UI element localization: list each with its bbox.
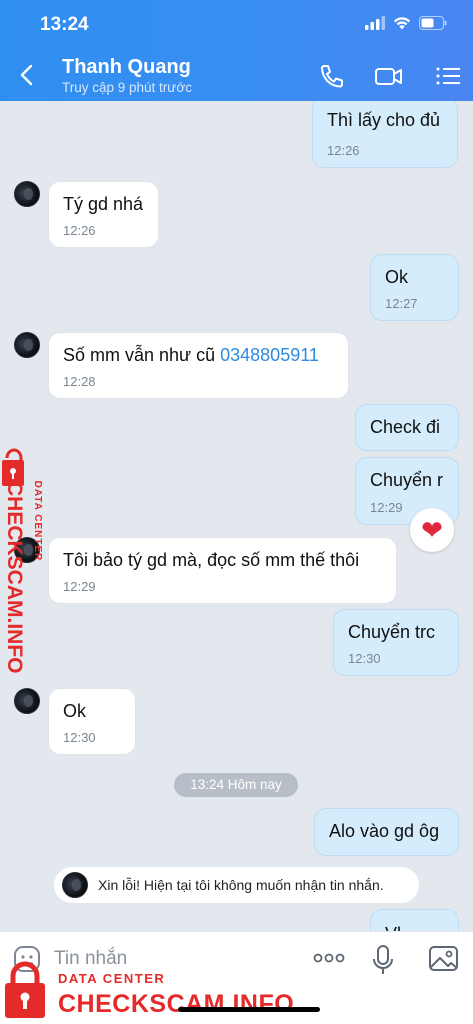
- message-text: Check đi: [370, 417, 441, 437]
- message-time: 12:30: [63, 730, 96, 745]
- message-bubble-out[interactable]: Thì lấy cho đủ 12:26: [312, 101, 458, 168]
- heart-reaction-icon[interactable]: ❤: [410, 508, 454, 552]
- message-time: 12:26: [327, 143, 360, 158]
- message-text: Chuyển r: [370, 470, 444, 490]
- message-text: Tý gd nhá: [63, 194, 144, 214]
- message-text: Thì lấy cho đủ: [327, 110, 441, 130]
- signal-icon: [365, 16, 385, 30]
- status-icons: [365, 16, 447, 30]
- message-bubble-out[interactable]: Ok 12:27: [370, 254, 459, 321]
- day-separator: 13:24 Hôm nay: [174, 773, 298, 797]
- message-text: Ok: [385, 267, 409, 287]
- watermark-text-vertical: CHECKSCAM.INFO: [3, 481, 26, 674]
- message-time: 12:26: [63, 223, 96, 238]
- message-text: Vl: [385, 924, 401, 931]
- message-input[interactable]: Tin nhắn: [54, 948, 127, 970]
- message-time: 12:29: [63, 579, 96, 594]
- message-bubble-out[interactable]: Chuyển trc 12:30: [333, 609, 459, 676]
- microphone-icon[interactable]: [372, 944, 394, 976]
- message-time: 12:29: [370, 500, 403, 515]
- message-bubble-out[interactable]: Alo vào gd ôg: [314, 808, 459, 856]
- video-call-icon[interactable]: [374, 62, 404, 90]
- contact-avatar[interactable]: [14, 688, 40, 714]
- message-bubble-out[interactable]: Vl: [370, 909, 459, 931]
- watermark-small-bottom: DATA CENTER: [58, 971, 166, 986]
- message-bubble-in[interactable]: Ok 12:30: [48, 688, 136, 755]
- block-notice-text: Xin lỗi! Hiện tại tôi không muốn nhận ti…: [98, 877, 384, 893]
- message-bubble-in[interactable]: Tôi bảo tý gd mà, đọc số mm thế thôi 12:…: [48, 537, 397, 604]
- chat-header: 13:24 Thanh Quang Truy cập 9 phút trước: [0, 0, 473, 101]
- phone-call-icon[interactable]: [318, 62, 348, 90]
- contact-name[interactable]: Thanh Quang: [62, 56, 191, 79]
- watermark-small-vertical: DATA CENTER: [32, 480, 43, 562]
- wifi-icon: [393, 17, 411, 30]
- message-text: Chuyển trc: [348, 622, 436, 642]
- message-list[interactable]: Thì lấy cho đủ 12:26 Tý gd nhá 12:26 Ok …: [0, 101, 473, 931]
- phone-number-link[interactable]: 0348805911: [220, 345, 319, 365]
- image-gallery-icon[interactable]: [428, 944, 460, 974]
- contact-avatar[interactable]: [14, 181, 40, 207]
- back-arrow-icon[interactable]: [16, 60, 40, 90]
- contact-last-seen: Truy cập 9 phút trước: [62, 80, 192, 95]
- message-bubble-in[interactable]: Tý gd nhá 12:26: [48, 181, 159, 248]
- message-bubble-out[interactable]: Check đi: [355, 404, 459, 451]
- status-time: 13:24: [40, 14, 89, 35]
- more-options-icon[interactable]: [312, 948, 346, 968]
- battery-icon: [419, 16, 447, 30]
- watermark-lock-logo-bottom: [5, 961, 45, 1018]
- message-text: Ok: [63, 701, 87, 721]
- message-text: Số mm vẫn như cũ: [63, 345, 221, 365]
- message-text: Alo vào gd ôg: [329, 821, 440, 841]
- message-time: 12:27: [385, 296, 418, 311]
- contact-avatar: [62, 872, 88, 898]
- block-notice: Xin lỗi! Hiện tại tôi không muốn nhận ti…: [54, 867, 419, 903]
- home-indicator[interactable]: [178, 1007, 320, 1012]
- message-text: Tôi bảo tý gd mà, đọc số mm thế thôi: [63, 550, 360, 570]
- message-bubble-in[interactable]: Số mm vẫn như cũ 0348805911 12:28: [48, 332, 349, 399]
- menu-list-icon[interactable]: [434, 62, 464, 90]
- contact-avatar[interactable]: [14, 332, 40, 358]
- watermark-text-bottom: CHECKSCAM.INFO: [58, 990, 295, 1018]
- message-time: 12:28: [63, 374, 96, 389]
- message-time: 12:30: [348, 651, 381, 666]
